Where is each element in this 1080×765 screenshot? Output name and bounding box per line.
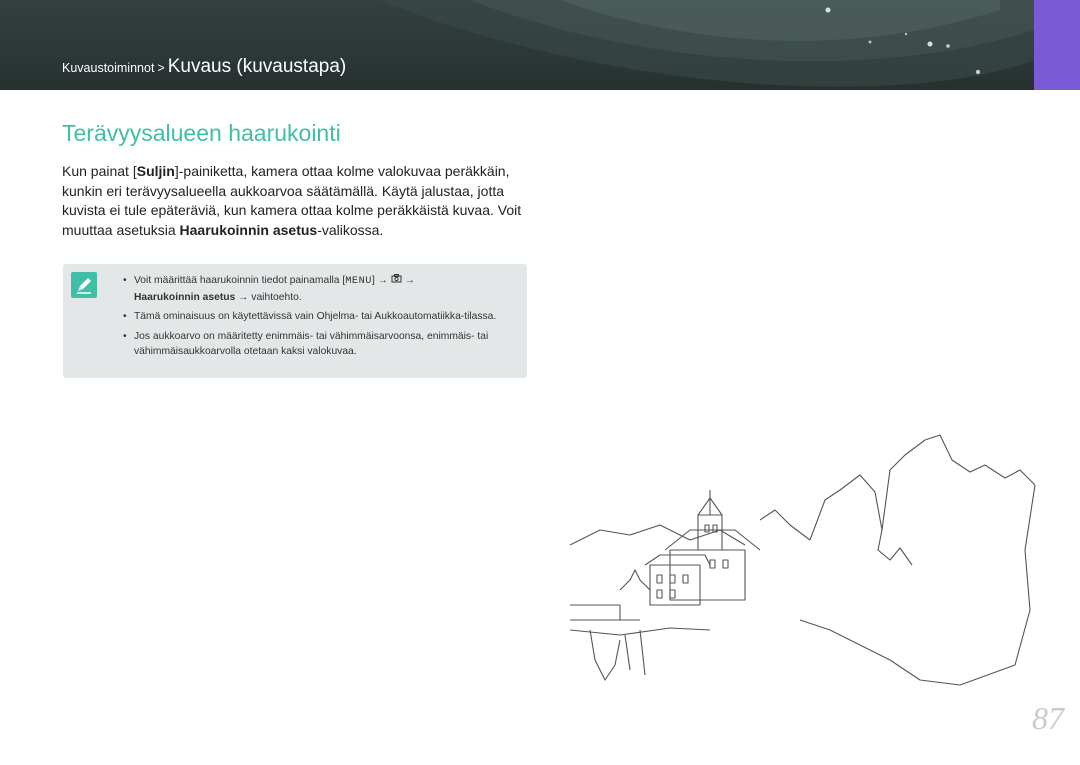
body-text-3: -valikossa. xyxy=(317,221,384,238)
breadcrumb: Kuvaustoiminnot > Kuvaus (kuvaustapa) xyxy=(62,56,346,78)
breadcrumb-current: Kuvaus (kuvaustapa) xyxy=(167,56,347,77)
breadcrumb-separator: > xyxy=(157,61,165,75)
menu-button-label: MENU xyxy=(345,275,372,287)
village-mountain-illustration xyxy=(569,434,1036,686)
note-setting-name: Haarukoinnin asetus xyxy=(134,291,236,303)
page-header: Kuvaustoiminnot > Kuvaus (kuvaustapa) xyxy=(0,0,1080,90)
note-item: Voit määrittää haarukoinnin tiedot paina… xyxy=(123,273,521,305)
note-item-end: → vaihtoehto. xyxy=(235,291,302,303)
camera-icon xyxy=(391,274,402,286)
note-box: Voit määrittää haarukoinnin tiedot paina… xyxy=(63,264,527,378)
section-body: Kun painat [Suljin]-painiketta, kamera o… xyxy=(62,162,527,240)
note-item: Tämä ominaisuus on käytettävissä vain Oh… xyxy=(123,309,521,325)
pencil-note-icon xyxy=(71,272,97,298)
menu-name: Haarukoinnin asetus xyxy=(179,221,318,238)
section-title: Terävyysalueen haarukointi xyxy=(62,120,341,146)
note-list: Voit määrittää haarukoinnin tiedot paina… xyxy=(123,273,521,364)
note-arrow-2: → xyxy=(401,275,415,286)
note-arrow: ] → xyxy=(371,275,391,286)
shutter-label: Suljin xyxy=(136,163,175,179)
note-item: Jos aukkoarvo on määritetty enimmäis- ta… xyxy=(123,329,521,360)
body-text-1: Kun painat [ xyxy=(62,163,137,179)
page-number: 87 xyxy=(1032,700,1064,736)
note-item-text: Voit määrittää haarukoinnin tiedot paina… xyxy=(134,275,346,286)
accent-tab xyxy=(1034,0,1080,90)
breadcrumb-parent: Kuvaustoiminnot xyxy=(62,61,155,75)
